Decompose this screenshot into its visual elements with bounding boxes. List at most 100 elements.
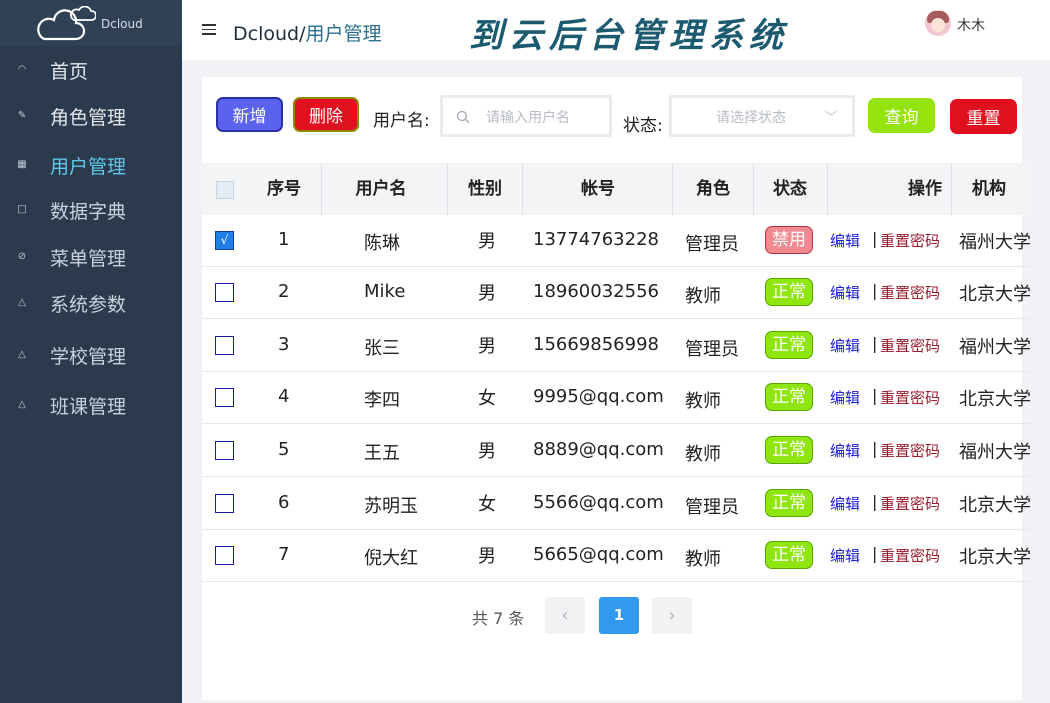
sidebar-item-0[interactable]: ◠ 首页 <box>0 50 182 90</box>
row-org: 福州大学 <box>959 232 1031 253</box>
username-input[interactable]: 请输入用户名 <box>440 95 612 137</box>
triangle-icon: △ <box>18 349 26 360</box>
sidebar-item-label: 用户管理 <box>50 155 127 178</box>
reset-password-link[interactable]: 重置密码 <box>880 493 940 514</box>
status-badge: 禁用 <box>765 226 813 254</box>
row-checkbox[interactable] <box>215 283 234 302</box>
action-separator: | <box>872 544 878 563</box>
sidebar-item-2[interactable]: ▦ 用户管理 <box>0 145 182 185</box>
prev-page-button[interactable]: ‹ <box>545 597 585 634</box>
row-account: 18960032556 <box>533 281 659 302</box>
sidebar-item-label: 学校管理 <box>50 345 127 368</box>
breadcrumb-root[interactable]: Dcloud/ <box>233 23 305 45</box>
row-checkbox[interactable]: √ <box>215 231 234 250</box>
row-username: Mike <box>364 281 406 302</box>
header-no: 序号 <box>267 179 301 199</box>
row-role: 教师 <box>685 444 721 465</box>
sidebar-item-label: 角色管理 <box>50 106 127 129</box>
status-placeholder: 请选择状态 <box>716 110 786 126</box>
menu-toggle-icon[interactable] <box>202 24 216 36</box>
breadcrumb: Dcloud/用户管理 <box>233 19 382 46</box>
select-all-checkbox[interactable] <box>216 181 234 199</box>
edit-link[interactable]: 编辑 <box>830 230 860 251</box>
table-row: 3 张三 男 15669856998 管理员 正常 编辑 | 重置密码 福州大学 <box>202 320 1032 372</box>
action-separator: | <box>872 281 878 300</box>
row-checkbox[interactable] <box>215 494 234 513</box>
row-checkbox[interactable] <box>215 441 234 460</box>
next-page-button[interactable]: › <box>652 597 692 634</box>
edit-icon: ✎ <box>17 110 27 121</box>
row-org: 北京大学 <box>959 547 1031 568</box>
sidebar-item-4[interactable]: ⊘ 菜单管理 <box>0 237 182 277</box>
sidebar-item-label: 数据字典 <box>50 200 127 223</box>
row-gender: 女 <box>478 388 496 409</box>
row-gender: 男 <box>478 283 496 304</box>
edit-link[interactable]: 编辑 <box>830 440 860 461</box>
row-gender: 男 <box>478 546 496 567</box>
status-badge: 正常 <box>765 541 813 569</box>
sidebar-item-label: 班课管理 <box>50 395 127 418</box>
status-badge: 正常 <box>765 436 813 464</box>
user-name[interactable]: 木木 <box>957 15 985 35</box>
table-row: 5 王五 男 8889@qq.com 教师 正常 编辑 | 重置密码 福州大学 <box>202 425 1032 477</box>
sidebar-item-5[interactable]: △ 系统参数 <box>0 283 182 323</box>
status-badge: 正常 <box>765 383 813 411</box>
reset-password-link[interactable]: 重置密码 <box>880 230 940 251</box>
edit-link[interactable]: 编辑 <box>830 282 860 303</box>
table-header: 序号 用户名 性别 帐号 角色 状态 操作 机构 <box>202 163 1032 215</box>
chevron-down-icon: ﹀ <box>825 110 838 124</box>
breadcrumb-current: 用户管理 <box>305 23 382 45</box>
status-badge: 正常 <box>765 489 813 517</box>
header-gender: 性别 <box>468 179 502 199</box>
sidebar-item-7[interactable]: △ 班课管理 <box>0 385 182 425</box>
row-org: 福州大学 <box>959 337 1031 358</box>
row-gender: 男 <box>478 441 496 462</box>
row-org: 北京大学 <box>959 495 1031 516</box>
row-account: 8889@qq.com <box>533 439 664 460</box>
row-account: 15669856998 <box>533 334 659 355</box>
cloud-logo-icon <box>37 6 96 41</box>
triangle-icon: △ <box>18 399 26 410</box>
reset-password-link[interactable]: 重置密码 <box>880 545 940 566</box>
reset-password-link[interactable]: 重置密码 <box>880 387 940 408</box>
logo: Dcloud <box>0 0 182 46</box>
avatar[interactable] <box>925 10 951 36</box>
row-account: 5665@qq.com <box>533 544 664 565</box>
row-checkbox[interactable] <box>215 388 234 407</box>
sidebar-item-1[interactable]: ✎ 角色管理 <box>0 96 182 136</box>
reset-password-link[interactable]: 重置密码 <box>880 282 940 303</box>
row-username: 张三 <box>364 338 400 359</box>
sidebar-item-3[interactable]: □ 数据字典 <box>0 190 182 230</box>
square-icon: □ <box>17 204 27 215</box>
home-icon: ◠ <box>17 64 27 75</box>
reset-button[interactable]: 重置 <box>950 99 1017 134</box>
search-icon <box>456 110 470 124</box>
page-1-button[interactable]: 1 <box>599 597 639 634</box>
sidebar-item-label: 菜单管理 <box>50 247 127 270</box>
header: Dcloud/用户管理 到云后台管理系统 木木 <box>182 0 1050 60</box>
sidebar-item-6[interactable]: △ 学校管理 <box>0 335 182 375</box>
reset-password-link[interactable]: 重置密码 <box>880 335 940 356</box>
username-placeholder: 请输入用户名 <box>486 110 570 126</box>
username-label: 用户名: <box>373 111 430 131</box>
edit-link[interactable]: 编辑 <box>830 493 860 514</box>
add-button[interactable]: 新增 <box>216 97 283 132</box>
delete-button[interactable]: 删除 <box>293 97 359 132</box>
table-row: 7 倪大红 男 5665@qq.com 教师 正常 编辑 | 重置密码 北京大学 <box>202 530 1032 582</box>
sidebar: Dcloud ◠ 首页 ✎ 角色管理 ▦ 用户管理 □ 数据字典 ⊘ 菜单管理 △ 系统参数 △ 学校管理… <box>0 0 182 703</box>
row-account: 13774763228 <box>533 229 659 250</box>
row-no: 6 <box>278 492 290 513</box>
row-checkbox[interactable] <box>215 546 234 565</box>
row-role: 教师 <box>685 549 721 570</box>
status-select[interactable]: 请选择状态 ﹀ <box>669 95 855 137</box>
row-checkbox[interactable] <box>215 336 234 355</box>
query-button[interactable]: 查询 <box>868 98 935 133</box>
row-role: 教师 <box>685 286 721 307</box>
edit-link[interactable]: 编辑 <box>830 387 860 408</box>
edit-link[interactable]: 编辑 <box>830 545 860 566</box>
row-role: 教师 <box>685 391 721 412</box>
row-account: 5566@qq.com <box>533 492 664 513</box>
sidebar-item-label: 首页 <box>50 60 89 83</box>
edit-link[interactable]: 编辑 <box>830 335 860 356</box>
reset-password-link[interactable]: 重置密码 <box>880 440 940 461</box>
